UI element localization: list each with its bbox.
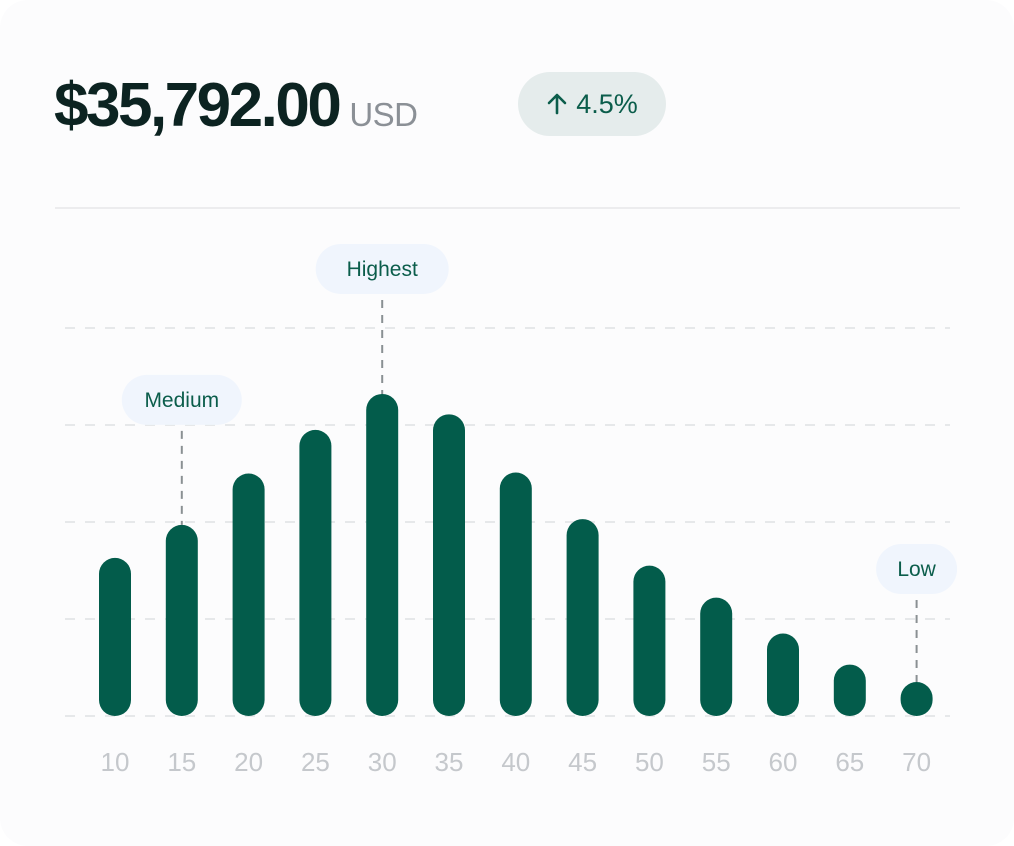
callout-highest: Highest — [315, 243, 449, 394]
x-tick-label: 15 — [167, 747, 196, 777]
x-tick-labels: 10 15 20 25 30 35 40 45 50 55 60 65 70 — [101, 747, 932, 777]
callout-medium: Medium — [121, 374, 242, 525]
bar-30 — [366, 393, 399, 716]
x-tick-label: 10 — [101, 747, 130, 777]
x-tick-label: 55 — [702, 747, 731, 777]
callout-label: Medium — [144, 389, 219, 412]
bar-65 — [833, 664, 866, 716]
x-tick-label: 25 — [301, 747, 330, 777]
bar-40 — [499, 472, 532, 716]
callout-label: Low — [897, 558, 936, 581]
bar-70 — [900, 682, 933, 716]
x-tick-label: 35 — [435, 747, 464, 777]
callout-low: Low — [876, 544, 958, 683]
x-tick-label: 30 — [368, 747, 397, 777]
x-tick-label: 20 — [234, 747, 263, 777]
bar-25 — [299, 429, 332, 716]
x-tick-label: 50 — [635, 747, 664, 777]
bar-60 — [767, 633, 799, 716]
x-tick-label: 70 — [902, 747, 931, 777]
callout-label: Highest — [347, 258, 418, 281]
x-tick-label: 40 — [501, 747, 530, 777]
bars — [99, 393, 933, 716]
bar-45 — [566, 519, 599, 716]
bar-chart: 10 15 20 25 30 35 40 45 50 55 60 65 70 Medium Highest L… — [65, 243, 958, 777]
bar-20 — [232, 473, 265, 716]
chart-card: $35,792.00 USD 4.5% 10 15 20 25 30 35 40 45 50 55… — [0, 0, 1014, 846]
x-tick-label: 45 — [568, 747, 597, 777]
bar-55 — [700, 597, 733, 716]
bar-35 — [433, 414, 465, 716]
bar-15 — [165, 524, 198, 716]
bar-10 — [99, 557, 131, 716]
bar-50 — [633, 565, 666, 716]
x-tick-label: 65 — [835, 747, 864, 777]
x-tick-label: 60 — [769, 747, 798, 777]
